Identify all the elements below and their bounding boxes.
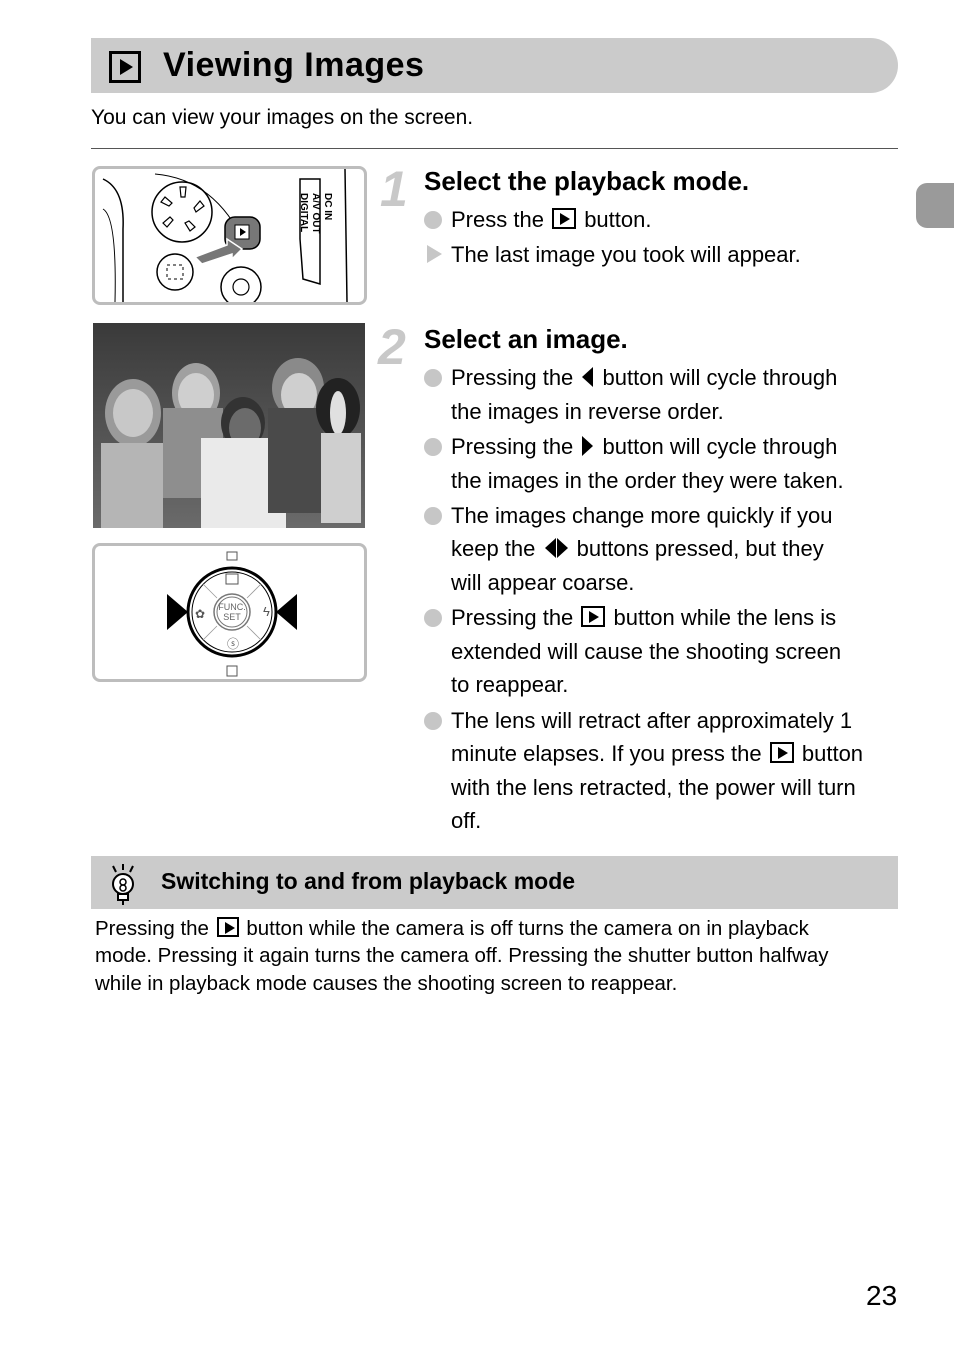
step-2-bullet-3-line-1: The images change more quickly if you [451, 503, 833, 528]
svg-text:SET: SET [223, 612, 241, 622]
sample-photo [93, 323, 365, 528]
playback-icon [552, 208, 577, 229]
step-2-bullet-1-line-2: the images in reverse order. [451, 399, 724, 424]
tip-line-3: while in playback mode causes the shooti… [95, 972, 678, 995]
bullet-icon [424, 211, 442, 229]
right-arrow-icon [582, 436, 594, 456]
control-dial-illustration: FUNC. SET ϟ ⓢ ✿ [167, 551, 297, 677]
svg-text:FUNC.: FUNC. [218, 602, 246, 612]
title-bar: Viewing Images [91, 38, 898, 93]
tip-line-2: mode. Pressing it again turns the camera… [95, 944, 829, 967]
step-2-bullet-4-line-1: Pressing the button while the lens is [451, 605, 837, 630]
bullet-icon [424, 507, 442, 525]
step-2-bullet-4-line-2: extended will cause the shooting screen [451, 639, 842, 664]
step-2-title: Select an image. [424, 324, 628, 354]
tip-line-1: Pressing the button while the camera is … [95, 917, 809, 940]
step-2-bullet-4-line-3: to reappear. [451, 672, 569, 697]
left-arrow-icon [544, 538, 556, 558]
step-number-2: 2 [378, 319, 406, 375]
svg-text:A/V OUT: A/V OUT [310, 193, 321, 234]
step-1-result: The last image you took will appear. [451, 242, 801, 267]
right-arrow-icon [556, 538, 568, 558]
step-2-bullet-5-line-1: The lens will retract after approximatel… [451, 708, 853, 733]
children-photo [93, 323, 365, 528]
svg-text:ⓢ: ⓢ [227, 637, 239, 651]
bullet-icon [424, 609, 442, 627]
page-number: 23 [866, 1280, 898, 1311]
svg-text:ϟ: ϟ [263, 604, 270, 619]
tip-title: Switching to and from playback mode [161, 868, 576, 894]
result-arrow-icon [427, 245, 442, 263]
bullet-icon [424, 712, 442, 730]
playback-icon [216, 917, 239, 937]
step-2-bullet-5-line-3: with the lens retracted, the power will … [451, 775, 856, 800]
control-dial-figure: FUNC. SET ϟ ⓢ ✿ [92, 543, 367, 682]
step-2-bullet-5-line-2: minute elapses. If you press the button [451, 741, 864, 766]
step-2-bullet-3-line-3: will appear coarse. [451, 570, 635, 595]
svg-text:DIGITAL: DIGITAL [298, 193, 309, 232]
camera-back-illustration: DC IN A/V OUT DIGITAL [102, 169, 348, 302]
lightbulb-icon [112, 864, 134, 905]
playback-icon [769, 742, 794, 763]
camera-back-figure: DC IN A/V OUT DIGITAL [92, 166, 367, 305]
step-2-bullet-5-line-4: off. [451, 808, 482, 833]
step-number-1: 1 [380, 161, 408, 217]
intro-text: You can view your images on the screen. [91, 106, 474, 129]
playback-icon [109, 51, 141, 83]
divider [91, 148, 898, 149]
svg-text:✿: ✿ [195, 607, 205, 621]
left-arrow-icon [582, 367, 594, 387]
bullet-icon [424, 438, 442, 456]
step-2-bullet-2-line-2: the images in the order they were taken. [451, 468, 844, 493]
step-2-bullet-2-line-1: Pressing the button will cycle through [451, 434, 838, 459]
step-2-bullet-3-line-2: keep the buttons pressed, but they [451, 536, 824, 561]
step-1-title: Select the playback mode. [424, 166, 750, 196]
bullet-icon [424, 369, 442, 387]
step-1-instruction: Press the button. [451, 207, 652, 232]
step-2-bullet-1-line-1: Pressing the button will cycle through [451, 365, 838, 390]
page-title: Viewing Images [163, 46, 425, 84]
playback-icon [581, 606, 606, 627]
chapter-tab [916, 183, 954, 228]
svg-text:DC IN: DC IN [322, 193, 333, 220]
